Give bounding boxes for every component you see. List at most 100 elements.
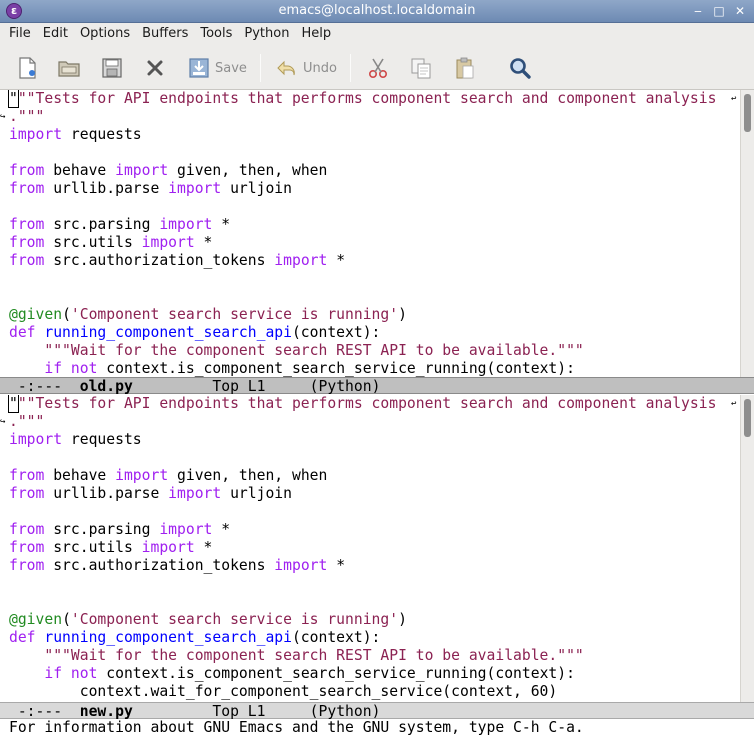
editor-window-top[interactable]: """Tests for API endpoints that performs…	[0, 90, 740, 377]
code-token: *	[327, 252, 346, 269]
code-line[interactable]: ."""	[9, 108, 44, 126]
keyword-token: def	[9, 324, 36, 341]
keyword-token: from	[9, 539, 45, 556]
code-line[interactable]: from src.authorization_tokens import *	[9, 557, 345, 575]
code-line[interactable]: """Tests for API endpoints that performs…	[8, 90, 716, 108]
keyword-token: from	[9, 467, 45, 484]
code-line[interactable]: """Tests for API endpoints that performs…	[8, 395, 716, 413]
keyword-token: from	[9, 521, 45, 538]
scroll-thumb-top[interactable]	[744, 94, 751, 132]
code-token: src.utils	[44, 234, 142, 251]
keyword-token: import	[168, 485, 222, 502]
close-buffer-button[interactable]	[143, 55, 167, 81]
mode-line-status: -:---	[9, 703, 80, 720]
keyword-token: if	[44, 360, 63, 377]
open-folder-button[interactable]	[57, 55, 81, 81]
keyword-token: import	[274, 557, 328, 574]
wrap-arrow-right-icon: ↩	[731, 94, 737, 104]
code-line[interactable]: from src.authorization_tokens import *	[9, 252, 345, 270]
scrollbar-top[interactable]	[740, 90, 754, 377]
menu-python[interactable]: Python	[238, 24, 295, 44]
code-line[interactable]: from urllib.parse import urljoin	[9, 485, 292, 503]
code-token: requests	[62, 126, 142, 143]
close-x-icon	[147, 60, 163, 76]
close-window-button[interactable]: ✕	[732, 3, 748, 19]
code-line[interactable]: @given('Component search service is runn…	[9, 611, 407, 629]
window-title: emacs@localhost.localdomain	[278, 3, 476, 18]
code-token: urljoin	[221, 485, 292, 502]
code-line[interactable]: """Wait for the component search REST AP…	[9, 647, 583, 665]
keyword-token: import	[168, 180, 222, 197]
code-token: *	[327, 557, 346, 574]
cut-button[interactable]	[366, 55, 390, 81]
code-line[interactable]: from behave import given, then, when	[9, 162, 327, 180]
search-button[interactable]	[508, 55, 532, 81]
code-token: src.authorization_tokens	[44, 252, 275, 269]
code-line[interactable]: from src.parsing import *	[9, 521, 230, 539]
code-line[interactable]: def running_component_search_api(context…	[9, 324, 380, 342]
keyword-token: if	[44, 665, 63, 682]
code-token: urllib.parse	[44, 180, 169, 197]
menu-options[interactable]: Options	[74, 24, 136, 44]
mode-line-top[interactable]: -:--- old.py Top L1 (Python)	[0, 377, 754, 395]
copy-button[interactable]	[409, 55, 433, 81]
keyword-token: import	[274, 252, 328, 269]
code-token: (context):	[291, 324, 381, 341]
code-line[interactable]: import requests	[9, 431, 142, 449]
code-token: src.utils	[44, 539, 142, 556]
toolbar-separator	[260, 54, 261, 82]
code-line[interactable]: @given('Component search service is runn…	[9, 306, 407, 324]
menu-tools[interactable]: Tools	[194, 24, 238, 44]
code-line[interactable]: context.wait_for_component_search_servic…	[9, 683, 558, 701]
save-button[interactable]: Save	[187, 55, 247, 81]
code-line[interactable]: def running_component_search_api(context…	[9, 629, 380, 647]
code-line[interactable]: ."""	[9, 413, 44, 431]
mode-line-buffer-name[interactable]: old.py	[80, 378, 133, 395]
save-disk-button[interactable]	[100, 55, 124, 81]
mode-line-bottom[interactable]: -:--- new.py Top L1 (Python)	[0, 702, 754, 720]
paste-button[interactable]	[453, 55, 477, 81]
new-file-button[interactable]	[15, 55, 39, 81]
keyword-token: import	[159, 521, 213, 538]
keyword-token: from	[9, 252, 45, 269]
menu-edit[interactable]: Edit	[37, 24, 74, 44]
code-line[interactable]: from behave import given, then, when	[9, 467, 327, 485]
undo-button[interactable]: Undo	[275, 55, 337, 81]
keyword-token: from	[9, 216, 45, 233]
code-token: behave	[44, 467, 116, 484]
keyword-token: import	[159, 216, 213, 233]
code-token: src.parsing	[44, 216, 160, 233]
keyword-token: import	[141, 539, 195, 556]
code-line[interactable]: """Wait for the component search REST AP…	[9, 342, 583, 360]
code-token: behave	[44, 162, 116, 179]
code-token: given, then, when	[168, 467, 328, 484]
editor-window-bottom[interactable]: """Tests for API endpoints that performs…	[0, 395, 740, 702]
code-line[interactable]: from urllib.parse import urljoin	[9, 180, 292, 198]
maximize-button[interactable]: □	[711, 3, 727, 19]
code-token: (	[62, 306, 71, 323]
keyword-token: import	[9, 126, 63, 143]
minimize-button[interactable]: ‒	[690, 3, 706, 19]
text-cursor: "	[8, 395, 19, 413]
menu-buffers[interactable]: Buffers	[136, 24, 194, 44]
code-line[interactable]: import requests	[9, 126, 142, 144]
save-icon	[189, 58, 209, 78]
code-token: *	[212, 216, 231, 233]
code-line[interactable]: from src.utils import *	[9, 234, 212, 252]
code-token: given, then, when	[168, 162, 328, 179]
menu-bar: File Edit Options Buffers Tools Python H…	[0, 23, 754, 45]
scrollbar-bottom[interactable]	[740, 395, 754, 702]
code-line[interactable]: from src.parsing import *	[9, 216, 230, 234]
mode-line-buffer-name[interactable]: new.py	[80, 703, 133, 720]
keyword-token: from	[9, 234, 45, 251]
scroll-thumb-bottom[interactable]	[744, 399, 751, 437]
menu-file[interactable]: File	[3, 24, 37, 44]
code-line[interactable]: if not context.is_component_search_servi…	[9, 665, 575, 683]
title-bar: ε emacs@localhost.localdomain ‒ □ ✕	[0, 0, 754, 23]
code-line[interactable]: from src.utils import *	[9, 539, 212, 557]
code-token: context.is_component_search_service_runn…	[97, 665, 575, 682]
code-line[interactable]: if not context.is_component_search_servi…	[9, 360, 575, 377]
menu-help[interactable]: Help	[295, 24, 337, 44]
